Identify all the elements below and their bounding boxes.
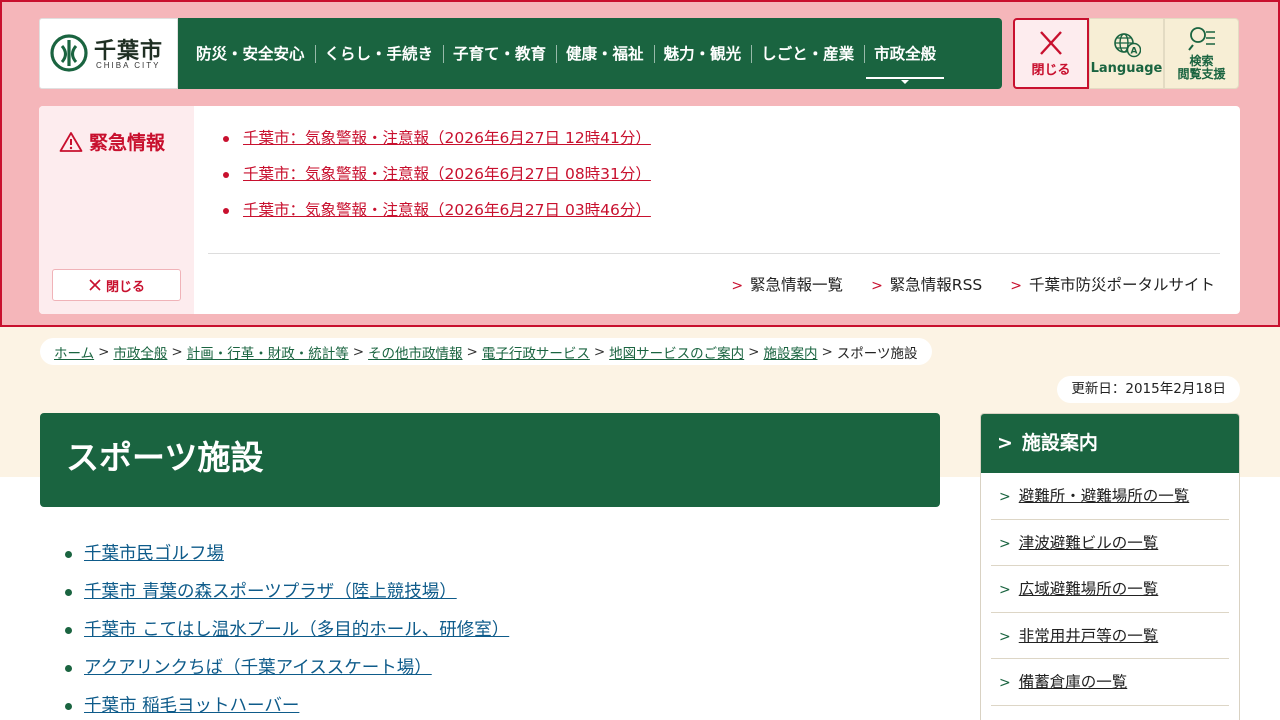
facility-link[interactable]: 千葉市民ゴルフ場 xyxy=(84,544,224,564)
list-item: 千葉市：気象警報・注意報（2026年6月27日 12時41分） xyxy=(219,126,651,162)
chevron-right-icon: > xyxy=(999,628,1011,645)
emergency-info-sidebar: 緊急情報 閉じる xyxy=(39,106,194,314)
emergency-rss-link[interactable]: > 緊急情報RSS xyxy=(871,273,982,295)
emergency-info-link[interactable]: 千葉市：気象警報・注意報（2026年6月27日 12時41分） xyxy=(243,129,651,147)
facility-link[interactable]: アクアリンクちば（千葉アイススケート場） xyxy=(84,658,432,678)
global-navigation: 防災・安全安心 くらし・手続き 子育て・教育 健康・福祉 魅力・観光 しごと・産… xyxy=(178,18,1002,89)
breadcrumb-shisetsu[interactable]: 施設案内 xyxy=(763,342,817,362)
list-item: 千葉市：気象警報・注意報（2026年6月27日 08時31分） xyxy=(219,162,651,198)
link-label: 緊急情報一覧 xyxy=(750,276,844,294)
breadcrumb-current: スポーツ施設 xyxy=(836,345,918,362)
breadcrumb-separator: > xyxy=(748,343,760,360)
breadcrumb-chizu[interactable]: 地図サービスのご案内 xyxy=(609,342,744,362)
breadcrumb-denshi[interactable]: 電子行政サービス xyxy=(482,342,590,362)
site-logo-link[interactable]: 千葉市 CHIBA CITY xyxy=(39,18,178,89)
chevron-right-icon: > xyxy=(871,278,883,294)
divider xyxy=(208,253,1220,254)
chevron-right-icon: > xyxy=(999,489,1011,505)
chiba-city-emblem-icon xyxy=(50,34,88,72)
breadcrumb-separator: > xyxy=(171,343,183,360)
header-close-button[interactable]: 閉じる xyxy=(1013,18,1089,89)
gnav-item-miryoku[interactable]: 魅力・観光 xyxy=(653,43,752,65)
breadcrumb-shisei[interactable]: 市政全般 xyxy=(113,342,167,362)
side-nav-link[interactable]: 避難所・避難場所の一覧 xyxy=(1019,487,1190,505)
side-nav-item[interactable]: > 避難所・避難場所の一覧 xyxy=(991,473,1229,520)
gnav-item-kosodate[interactable]: 子育て・教育 xyxy=(443,43,556,65)
emergency-info-panel: 緊急情報 閉じる 千葉市：気象警報・注意報（2026年6月27日 12時41分）… xyxy=(39,106,1240,314)
chevron-right-icon: > xyxy=(997,432,1013,454)
list-item: 千葉市 こてはし温水プール（多目的ホール、研修室） xyxy=(62,616,509,654)
search-icon xyxy=(1187,27,1215,51)
facility-link-list: 千葉市民ゴルフ場 千葉市 青葉の森スポーツプラザ（陸上競技場） 千葉市 こてはし… xyxy=(62,540,509,720)
side-nav-link[interactable]: 備蓄倉庫の一覧 xyxy=(1019,673,1128,691)
breadcrumb-separator: > xyxy=(352,343,365,360)
chevron-right-icon: > xyxy=(999,582,1011,598)
link-label: 緊急情報RSS xyxy=(889,276,983,294)
facility-link[interactable]: 千葉市 稲毛ヨットハーバー xyxy=(84,696,299,716)
emergency-info-link[interactable]: 千葉市：気象警報・注意報（2026年6月27日 03時46分） xyxy=(243,201,651,219)
emergency-info-list: 千葉市：気象警報・注意報（2026年6月27日 12時41分） 千葉市：気象警報… xyxy=(219,126,651,234)
chevron-right-icon: > xyxy=(999,675,1011,691)
warning-icon xyxy=(59,131,83,152)
emergency-close-label: 閉じる xyxy=(105,279,145,295)
list-item: 千葉市民ゴルフ場 xyxy=(62,540,509,578)
side-navigation: > 施設案内 > 避難所・避難場所の一覧 > 津波避難ビルの一覧 > 広域避難場所の一覧… xyxy=(980,413,1240,720)
list-item: 千葉市：気象警報・注意報（2026年6月27日 03時46分） xyxy=(219,198,651,234)
emergency-info-link[interactable]: 千葉市：気象警報・注意報（2026年6月27日 08時31分） xyxy=(243,165,651,183)
emergency-footer-links: > 緊急情報一覧 > 緊急情報RSS > 千葉市防災ポータルサイト xyxy=(731,273,1215,295)
gnav-item-bousai[interactable]: 防災・安全安心 xyxy=(186,43,315,65)
search-label-2: 閲覧支援 xyxy=(1177,67,1226,81)
list-item: アクアリンクちば（千葉アイススケート場） xyxy=(62,654,509,692)
updated-date: 更新日：2015年2月18日 xyxy=(1057,376,1240,403)
gnav-item-shisei[interactable]: 市政全般 xyxy=(864,43,946,84)
emergency-info-title-text: 緊急情報 xyxy=(89,132,166,154)
side-nav-item[interactable]: > 備蓄倉庫の一覧 xyxy=(991,659,1229,706)
breadcrumb-home[interactable]: ホーム xyxy=(54,342,94,362)
side-nav-item[interactable]: > 広域避難場所の一覧 xyxy=(991,566,1229,613)
close-icon xyxy=(1040,30,1062,55)
side-nav-title-link[interactable]: > 施設案内 xyxy=(981,414,1239,473)
breadcrumb-separator: > xyxy=(593,343,606,360)
breadcrumb-keikaku[interactable]: 計画・行革・財政・統計等 xyxy=(187,342,349,362)
language-button[interactable]: A Language xyxy=(1089,18,1164,89)
link-label: 千葉市防災ポータルサイト xyxy=(1028,276,1215,294)
side-nav-link[interactable]: 広域避難場所の一覧 xyxy=(1019,580,1159,598)
language-label: Language xyxy=(1090,60,1163,76)
header-tools: 閉じる A Language 検索 閲覧支援 xyxy=(1013,18,1240,89)
svg-text:A: A xyxy=(1130,46,1137,56)
gnav-item-kurashi[interactable]: くらし・手続き xyxy=(314,43,444,65)
page-title: スポーツ施設 xyxy=(40,413,940,507)
side-nav-title: 施設案内 xyxy=(1021,432,1098,454)
header-close-label: 閉じる xyxy=(1031,62,1071,78)
breadcrumb-sonota[interactable]: その他市政情報 xyxy=(368,342,463,362)
gnav-item-kenkou[interactable]: 健康・福祉 xyxy=(556,43,654,65)
search-accessibility-button[interactable]: 検索 閲覧支援 xyxy=(1164,18,1239,89)
globe-language-icon: A xyxy=(1113,32,1141,57)
emergency-close-button[interactable]: 閉じる xyxy=(52,269,181,301)
list-item: 千葉市 稲毛ヨットハーバー xyxy=(62,692,509,720)
side-nav-item[interactable]: > 非常用井戸等の一覧 xyxy=(991,613,1229,659)
breadcrumb: ホーム > 市政全般 > 計画・行革・財政・統計等 > その他市政情報 > 電子行政サー… xyxy=(40,338,932,365)
breadcrumb-separator: > xyxy=(821,343,833,360)
list-item: 千葉市 青葉の森スポーツプラザ（陸上競技場） xyxy=(62,578,509,616)
side-nav-item[interactable]: > 津波避難ビルの一覧 xyxy=(991,520,1229,566)
breadcrumb-separator: > xyxy=(466,343,478,360)
emergency-info-title: 緊急情報 xyxy=(59,128,165,155)
logo-text-en: CHIBA CITY xyxy=(96,61,161,70)
facility-link[interactable]: 千葉市 こてはし温水プール（多目的ホール、研修室） xyxy=(84,620,509,640)
side-nav-link[interactable]: 非常用井戸等の一覧 xyxy=(1019,627,1159,645)
chevron-right-icon: > xyxy=(1010,278,1022,294)
gnav-item-shigoto[interactable]: しごと・産業 xyxy=(751,43,864,65)
close-icon xyxy=(89,279,101,291)
chevron-right-icon: > xyxy=(731,278,744,294)
emergency-list-link[interactable]: > 緊急情報一覧 xyxy=(731,273,843,295)
breadcrumb-separator: > xyxy=(98,343,110,360)
gnav-item-shisei-label: 市政全般 xyxy=(874,44,937,63)
side-nav-link[interactable]: 津波避難ビルの一覧 xyxy=(1019,534,1159,552)
side-nav-list: > 避難所・避難場所の一覧 > 津波避難ビルの一覧 > 広域避難場所の一覧 > 非常用井… xyxy=(981,473,1239,706)
chevron-right-icon: > xyxy=(999,535,1011,552)
active-caret-icon xyxy=(901,79,910,84)
facility-link[interactable]: 千葉市 青葉の森スポーツプラザ（陸上競技場） xyxy=(84,582,457,602)
disaster-portal-link[interactable]: > 千葉市防災ポータルサイト xyxy=(1010,273,1215,295)
